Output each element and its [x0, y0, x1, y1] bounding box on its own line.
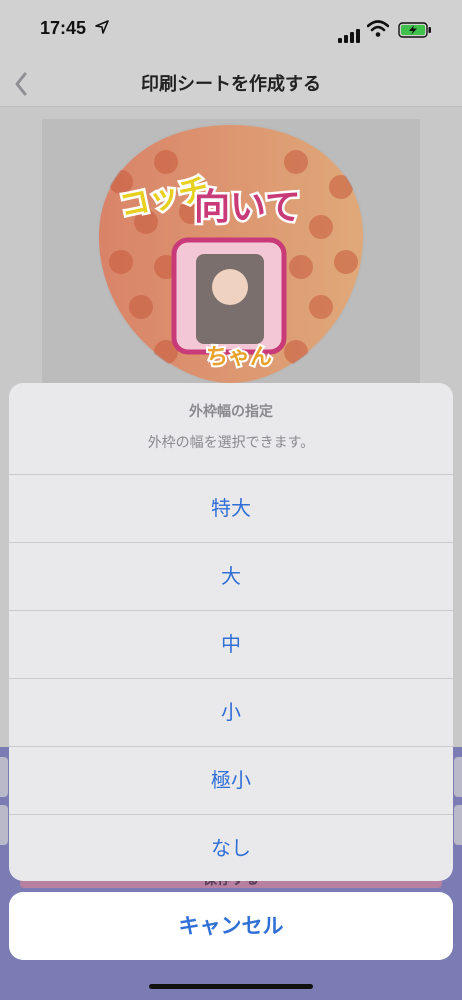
side-tab-left-1: [0, 757, 8, 797]
home-indicator: [149, 984, 313, 989]
navigation-bar: 印刷シートを作成する: [0, 62, 462, 107]
action-sheet-header: 外枠幅の指定 外枠の幅を選択できます。: [9, 383, 453, 475]
page-title: 印刷シートを作成する: [141, 74, 321, 95]
battery-charging-icon: [398, 22, 431, 38]
option-small[interactable]: 小: [9, 679, 453, 747]
wifi-icon: [367, 20, 389, 37]
option-extra-small[interactable]: 極小: [9, 747, 453, 815]
option-large[interactable]: 大: [9, 543, 453, 611]
uchiwa-design-preview: コッチ 向いて ちゃん: [96, 122, 366, 384]
status-bar: 17:45: [0, 0, 462, 62]
status-time: 17:45: [40, 18, 87, 38]
side-tab-left-2: [0, 805, 8, 845]
action-sheet-title: 外枠幅の指定: [189, 404, 273, 420]
cancel-button[interactable]: キャンセル: [9, 892, 453, 960]
option-medium[interactable]: 中: [9, 611, 453, 679]
option-extra-large[interactable]: 特大: [9, 475, 453, 543]
cellular-signal-icon: [338, 24, 362, 43]
preview-text-line3: ちゃん: [206, 345, 272, 370]
side-tab-right-1: [454, 757, 462, 797]
side-tab-right-2: [454, 805, 462, 845]
border-width-action-sheet: 外枠幅の指定 外枠の幅を選択できます。 特大 大 中 小 極小 なし: [9, 383, 453, 881]
preview-text-line2: 向いて: [194, 187, 301, 228]
option-none[interactable]: なし: [9, 815, 453, 881]
action-sheet-message: 外枠の幅を選択できます。: [147, 435, 315, 451]
location-arrow-icon: [95, 20, 109, 34]
